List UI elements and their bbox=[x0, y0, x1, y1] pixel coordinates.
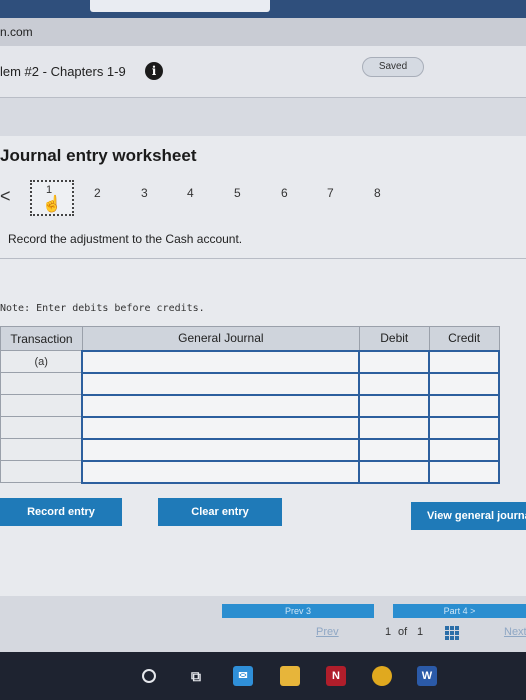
credit-input[interactable] bbox=[428, 415, 500, 440]
column-header-general-journal: General Journal bbox=[81, 326, 360, 351]
account-input[interactable] bbox=[81, 371, 361, 396]
windows-taskbar: ⧉ ✉ N W bbox=[0, 652, 526, 700]
transaction-cell bbox=[0, 460, 83, 483]
step-navigation: < 1 ☝ 2 3 4 5 6 7 8 bbox=[0, 180, 526, 220]
step-back-icon[interactable]: < bbox=[0, 186, 11, 207]
instruction-text: Record the adjustment to the Cash accoun… bbox=[8, 232, 243, 246]
credit-input[interactable] bbox=[428, 393, 500, 418]
browser-top-strip bbox=[0, 0, 526, 18]
account-input[interactable] bbox=[81, 437, 361, 462]
page-current: 1 bbox=[385, 626, 392, 638]
bottom-navigation: Prev 3 Part 4 > Prev 1 of 1 Next bbox=[0, 596, 526, 652]
chrome-icon[interactable] bbox=[372, 666, 392, 686]
saved-status-badge: Saved bbox=[362, 57, 424, 77]
step-2[interactable]: 2 bbox=[94, 186, 101, 200]
divider bbox=[0, 258, 526, 259]
next-part-button[interactable]: Part 4 > bbox=[393, 604, 526, 618]
page-total: 1 bbox=[417, 626, 424, 638]
page-of-label: of bbox=[398, 626, 408, 638]
spacer bbox=[0, 98, 526, 136]
prev-link[interactable]: Prev bbox=[316, 626, 339, 638]
debit-input[interactable] bbox=[358, 349, 431, 374]
word-icon[interactable]: W bbox=[417, 666, 437, 686]
column-header-debit: Debit bbox=[358, 326, 430, 351]
credit-input[interactable] bbox=[428, 371, 500, 396]
debit-input[interactable] bbox=[358, 437, 431, 462]
clear-entry-button[interactable]: Clear entry bbox=[158, 498, 282, 526]
account-input[interactable] bbox=[81, 415, 361, 440]
step-7[interactable]: 7 bbox=[327, 186, 334, 200]
credit-input[interactable] bbox=[428, 349, 500, 374]
table-row: (a) bbox=[0, 349, 500, 374]
credit-input[interactable] bbox=[428, 437, 500, 462]
table-row bbox=[0, 371, 500, 396]
note-text: Note: Enter debits before credits. bbox=[0, 303, 205, 314]
table-row bbox=[0, 437, 500, 462]
table-row bbox=[0, 393, 500, 418]
problem-header: lem #2 - Chapters 1-9 i Saved bbox=[0, 46, 526, 98]
column-header-credit: Credit bbox=[428, 326, 500, 351]
step-8[interactable]: 8 bbox=[374, 186, 381, 200]
prev-part-button[interactable]: Prev 3 bbox=[222, 604, 374, 618]
table-row bbox=[0, 415, 500, 440]
step-1-active[interactable]: 1 ☝ bbox=[30, 180, 74, 216]
debit-input[interactable] bbox=[358, 459, 431, 484]
step-4[interactable]: 4 bbox=[187, 186, 194, 200]
grid-view-icon[interactable] bbox=[445, 626, 461, 640]
record-entry-button[interactable]: Record entry bbox=[0, 498, 122, 526]
transaction-cell: (a) bbox=[0, 350, 83, 373]
next-link[interactable]: Next bbox=[504, 626, 526, 638]
problem-title: lem #2 - Chapters 1-9 bbox=[0, 64, 126, 79]
step-5[interactable]: 5 bbox=[234, 186, 241, 200]
view-general-journal-button[interactable]: View general journal bbox=[411, 502, 526, 530]
transaction-cell bbox=[0, 394, 83, 417]
column-header-transaction: Transaction bbox=[0, 326, 83, 351]
journal-entry-worksheet: Journal entry worksheet < 1 ☝ 2 3 4 5 6 … bbox=[0, 136, 526, 596]
step-3[interactable]: 3 bbox=[141, 186, 148, 200]
account-input[interactable] bbox=[81, 393, 361, 418]
step-6[interactable]: 6 bbox=[281, 186, 288, 200]
url-text: n.com bbox=[0, 25, 33, 39]
mail-icon[interactable]: ✉ bbox=[233, 666, 253, 686]
debit-input[interactable] bbox=[358, 415, 431, 440]
file-explorer-icon[interactable] bbox=[280, 666, 300, 686]
journal-table: Transaction General Journal Debit Credit… bbox=[0, 326, 500, 484]
info-icon[interactable]: i bbox=[145, 62, 163, 80]
hand-cursor-icon: ☝ bbox=[42, 196, 62, 213]
credit-input[interactable] bbox=[428, 459, 500, 484]
debit-input[interactable] bbox=[358, 371, 431, 396]
account-input[interactable] bbox=[81, 459, 361, 484]
browser-tab[interactable] bbox=[90, 0, 270, 12]
transaction-cell bbox=[0, 438, 83, 461]
search-icon[interactable] bbox=[142, 669, 156, 683]
worksheet-title: Journal entry worksheet bbox=[0, 146, 197, 165]
account-input[interactable] bbox=[81, 349, 361, 374]
debit-input[interactable] bbox=[358, 393, 431, 418]
address-bar[interactable]: n.com bbox=[0, 18, 526, 46]
netflix-icon[interactable]: N bbox=[326, 666, 346, 686]
table-row bbox=[0, 459, 500, 484]
transaction-cell bbox=[0, 372, 83, 395]
transaction-cell bbox=[0, 416, 83, 439]
task-view-icon[interactable]: ⧉ bbox=[186, 666, 206, 686]
